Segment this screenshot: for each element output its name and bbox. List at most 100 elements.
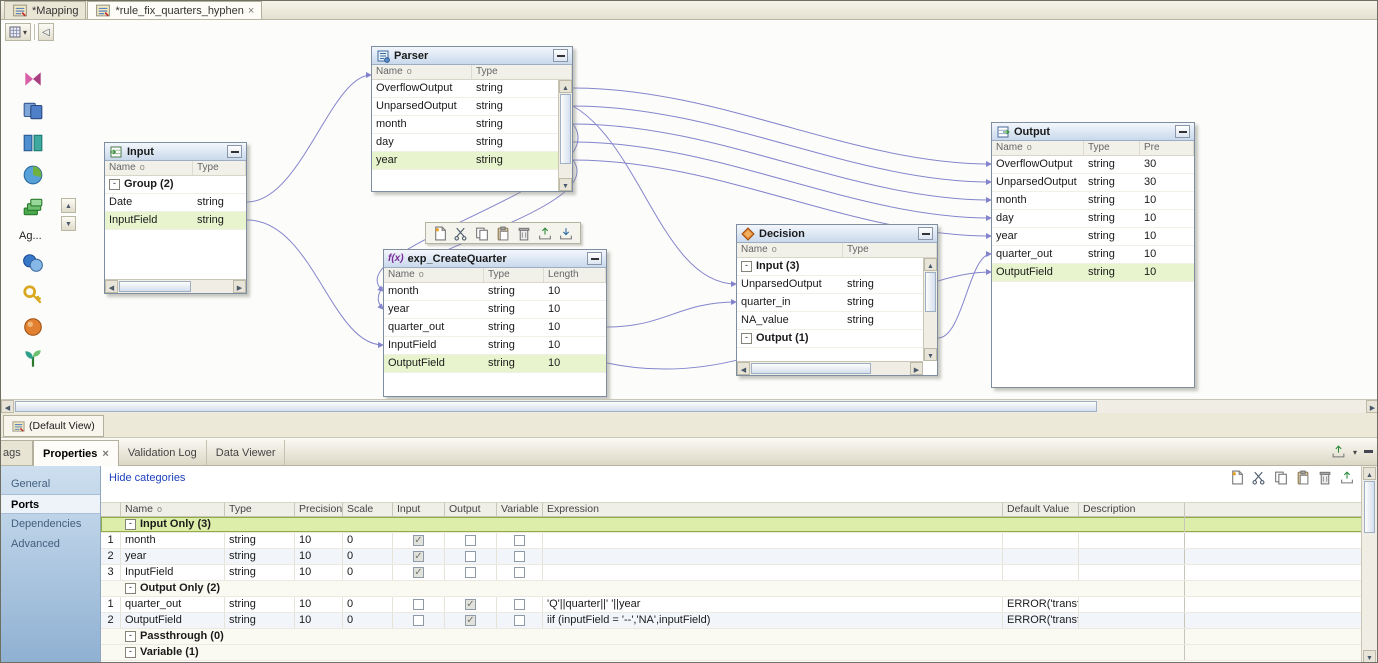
column-header-type[interactable]: Type bbox=[843, 243, 937, 257]
input-checkbox[interactable] bbox=[413, 567, 424, 578]
parser-transformation[interactable]: Parser Name Type OverflowOutput string U… bbox=[371, 46, 573, 192]
port-row[interactable]: day string 10 bbox=[992, 210, 1194, 228]
port-row[interactable]: Output (1) bbox=[737, 330, 937, 348]
horizontal-scrollbar[interactable] bbox=[105, 279, 246, 293]
expression-cell[interactable] bbox=[543, 549, 1003, 564]
connection-wire[interactable] bbox=[938, 254, 991, 338]
tab-data-viewer[interactable]: Data Viewer bbox=[207, 440, 286, 465]
connection-wire[interactable] bbox=[573, 88, 991, 164]
palette-icon-2[interactable] bbox=[21, 100, 45, 122]
input-checkbox[interactable] bbox=[413, 615, 424, 626]
port-row[interactable]: InputField string 10 bbox=[384, 337, 606, 355]
ports-table-row[interactable]: 2 OutputField string 10 0 iif (inputFiel… bbox=[101, 613, 1363, 629]
expression-cell[interactable] bbox=[543, 581, 1003, 596]
palette-icon-6[interactable] bbox=[21, 252, 45, 274]
scroll-up-button[interactable] bbox=[1363, 467, 1376, 480]
tab-mapping[interactable]: *Mapping bbox=[4, 1, 86, 19]
vertical-scrollbar[interactable] bbox=[558, 80, 572, 191]
minimize-button[interactable] bbox=[1175, 125, 1190, 138]
output-checkbox[interactable] bbox=[465, 535, 476, 546]
column-header-type[interactable]: Type bbox=[193, 161, 246, 175]
ports-table-row[interactable]: 3 InputField string 10 0 bbox=[101, 565, 1363, 581]
expression-transformation[interactable]: exp_CreateQuarter Name Type Length month… bbox=[383, 249, 607, 397]
tab-tags[interactable]: ags bbox=[1, 440, 33, 465]
expression-cell[interactable] bbox=[543, 565, 1003, 580]
port-row[interactable]: quarter_out string 10 bbox=[384, 319, 606, 337]
ports-table-row[interactable]: Passthrough (0) bbox=[101, 629, 1363, 645]
column-header-name[interactable]: Name bbox=[741, 244, 777, 256]
port-row[interactable]: year string 10 bbox=[384, 301, 606, 319]
scrollbar-thumb[interactable] bbox=[751, 363, 871, 374]
palette-icon-8[interactable] bbox=[21, 316, 45, 338]
output-checkbox[interactable] bbox=[465, 599, 476, 610]
category-ports[interactable]: Ports bbox=[1, 494, 100, 514]
delete-icon[interactable] bbox=[516, 226, 532, 241]
column-header-type[interactable]: Type bbox=[484, 268, 544, 282]
horizontal-scrollbar[interactable] bbox=[737, 361, 923, 375]
description-cell[interactable] bbox=[1079, 629, 1185, 644]
close-tab-icon[interactable] bbox=[102, 449, 108, 459]
description-cell[interactable] bbox=[1079, 549, 1185, 564]
port-row[interactable]: OverflowOutput string bbox=[372, 80, 572, 98]
input-checkbox[interactable] bbox=[413, 535, 424, 546]
port-row[interactable]: OutputField string 10 bbox=[384, 355, 606, 373]
port-row[interactable]: quarter_out string 10 bbox=[992, 246, 1194, 264]
variable-checkbox[interactable] bbox=[514, 551, 525, 562]
variable-checkbox[interactable] bbox=[514, 615, 525, 626]
variable-checkbox[interactable] bbox=[514, 567, 525, 578]
port-row[interactable]: year string bbox=[372, 152, 572, 170]
export-up-icon[interactable] bbox=[537, 226, 553, 241]
default-value-cell[interactable] bbox=[1003, 565, 1079, 580]
expression-cell[interactable]: 'Q'||quarter||' '||year bbox=[543, 597, 1003, 612]
connection-wire[interactable] bbox=[607, 302, 736, 327]
expression-cell[interactable] bbox=[543, 645, 1003, 660]
column-header-name[interactable]: Name bbox=[388, 269, 424, 281]
new-port-icon[interactable] bbox=[1229, 470, 1245, 485]
expression-header[interactable]: exp_CreateQuarter bbox=[384, 250, 606, 268]
column-header-name[interactable]: Name bbox=[376, 66, 412, 78]
scrollbar-thumb[interactable] bbox=[1364, 481, 1375, 533]
input-checkbox[interactable] bbox=[413, 551, 424, 562]
expression-cell[interactable] bbox=[543, 629, 1003, 644]
cut-icon[interactable] bbox=[1251, 470, 1267, 485]
panel-export-icon[interactable] bbox=[1331, 444, 1346, 459]
ports-table-row[interactable]: 2 year string 10 0 bbox=[101, 549, 1363, 565]
ports-table-row[interactable]: Variable (1) bbox=[101, 645, 1363, 661]
ports-table-row[interactable]: 1 month string 10 0 bbox=[101, 533, 1363, 549]
port-row[interactable]: NA_value string bbox=[737, 312, 937, 330]
default-value-cell[interactable] bbox=[1003, 629, 1079, 644]
palette-icon-3[interactable] bbox=[21, 132, 45, 154]
port-row[interactable]: UnparsedOutput string bbox=[737, 276, 937, 294]
input-header[interactable]: Input bbox=[105, 143, 246, 161]
tab-rule-fix-quarters-hyphen[interactable]: *rule_fix_quarters_hyphen bbox=[87, 1, 262, 19]
port-row[interactable]: day string bbox=[372, 134, 572, 152]
port-row[interactable]: Input (3) bbox=[737, 258, 937, 276]
port-row[interactable]: quarter_in string bbox=[737, 294, 937, 312]
scroll-left-button[interactable] bbox=[1, 400, 14, 413]
port-row[interactable]: OverflowOutput string 30 bbox=[992, 156, 1194, 174]
column-header-name[interactable]: Name bbox=[109, 162, 145, 174]
input-checkbox[interactable] bbox=[413, 599, 424, 610]
paste-icon[interactable] bbox=[1295, 470, 1311, 485]
new-icon[interactable] bbox=[432, 226, 448, 241]
default-value-cell[interactable] bbox=[1003, 581, 1079, 596]
column-header-output[interactable]: Output bbox=[445, 503, 497, 516]
close-tab-icon[interactable] bbox=[248, 6, 254, 16]
port-row[interactable]: month string 10 bbox=[992, 192, 1194, 210]
column-header-description[interactable]: Description bbox=[1079, 503, 1185, 516]
minimize-panel-icon[interactable] bbox=[1364, 450, 1373, 453]
tab-properties[interactable]: Properties bbox=[33, 440, 119, 466]
column-header-variable[interactable]: Variable bbox=[497, 503, 543, 516]
input-transformation[interactable]: Input Name Type Group (2) Date string bbox=[104, 142, 247, 294]
output-checkbox[interactable] bbox=[465, 567, 476, 578]
hide-categories-link[interactable]: Hide categories bbox=[109, 472, 185, 484]
palette-scroll-up-button[interactable] bbox=[61, 198, 76, 213]
minimize-button[interactable] bbox=[227, 145, 242, 158]
category-general[interactable]: General bbox=[1, 474, 100, 494]
default-view-tab[interactable]: (Default View) bbox=[3, 415, 104, 437]
parser-header[interactable]: Parser bbox=[372, 47, 572, 65]
port-row[interactable]: InputField string bbox=[105, 212, 246, 230]
paste-icon[interactable] bbox=[495, 226, 511, 241]
column-header-precision[interactable]: Precision bbox=[295, 503, 343, 516]
column-header-type[interactable]: Type bbox=[1084, 141, 1140, 155]
